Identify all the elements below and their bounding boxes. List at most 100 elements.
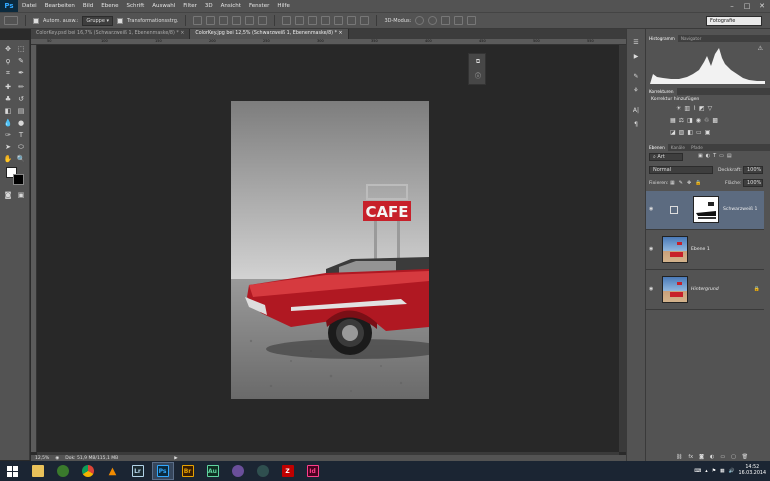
close-icon[interactable]: × (339, 31, 343, 36)
curves-icon[interactable]: ⌇ (693, 105, 696, 112)
pixel-filter-icon[interactable]: ▣ (698, 153, 703, 159)
blend-mode-dropdown[interactable]: Normal (649, 166, 713, 174)
brush-tool-icon[interactable]: ✏ (16, 82, 26, 92)
layer-row-hintergrund[interactable]: ◉ Hintergrund 🔒 (646, 271, 764, 310)
taskbar-bridge[interactable]: Br (177, 462, 199, 480)
menu-hilfe[interactable]: Hilfe (273, 3, 294, 9)
flag-icon[interactable]: ⚑ (712, 469, 716, 474)
tab-colorkey-jpg[interactable]: ColorKey.jpg bei 12,5% (Schwarzweiß 1, E… (190, 29, 349, 39)
type-filter-icon[interactable]: T (713, 153, 716, 159)
distribute-hcenter-icon[interactable] (334, 16, 344, 25)
close-button[interactable]: ✕ (756, 2, 768, 11)
opacity-field[interactable]: 100% (743, 166, 763, 174)
warning-icon[interactable]: ⚠ (758, 45, 763, 52)
align-right-icon[interactable] (258, 16, 268, 25)
hue-saturation-icon[interactable]: ▦ (670, 117, 676, 124)
taskbar-explorer[interactable] (27, 462, 49, 480)
keyboard-icon[interactable]: ⌨ (694, 469, 701, 474)
photo-filter-icon[interactable]: ◉ (696, 117, 701, 124)
lasso-tool-icon[interactable]: ϙ (3, 56, 13, 66)
layer-mask-thumbnail[interactable] (693, 196, 719, 223)
taskbar-vlc[interactable]: ▲ (102, 462, 124, 480)
menu-bild[interactable]: Bild (79, 3, 97, 9)
menu-fenster[interactable]: Fenster (245, 3, 273, 9)
clone-source-icon[interactable]: ⚘ (631, 87, 641, 96)
taskbar-audition[interactable]: Au (202, 462, 224, 480)
brush-presets-icon[interactable]: ✎ (631, 73, 641, 82)
clone-stamp-tool-icon[interactable]: ♣ (3, 94, 13, 104)
vibrance-icon[interactable]: ▽ (708, 105, 713, 112)
align-hcenter-icon[interactable] (245, 16, 255, 25)
taskbar-winamp[interactable] (52, 462, 74, 480)
network-icon[interactable]: ▦ (720, 469, 725, 474)
posterize-icon[interactable]: ▨ (679, 129, 685, 136)
layer-row-ebene1[interactable]: ◉ Ebene 1 (646, 231, 764, 270)
tab-pfade[interactable]: Pfade (688, 144, 706, 151)
color-lookup-icon[interactable]: ▩ (712, 117, 718, 124)
layer-row-schwarzweiss[interactable]: ◉ Schwarzweiß 1 (646, 191, 764, 230)
tab-kanaele[interactable]: Kanäle (668, 144, 688, 151)
lock-image-icon[interactable]: ✎ (679, 180, 683, 186)
close-icon[interactable]: × (180, 31, 184, 36)
hand-tool-icon[interactable]: ✋ (3, 154, 13, 164)
smartobject-filter-icon[interactable]: ▤ (727, 153, 732, 159)
3d-roll-icon[interactable] (428, 16, 438, 25)
lock-transparent-icon[interactable]: ▦ (670, 180, 675, 186)
eraser-tool-icon[interactable]: ◧ (3, 106, 13, 116)
layer-thumbnail[interactable] (662, 236, 688, 263)
group-icon[interactable]: ▭ (720, 454, 725, 460)
menu-ansicht[interactable]: Ansicht (217, 3, 245, 9)
menu-datei[interactable]: Datei (18, 3, 41, 9)
taskbar-indesign[interactable]: Id (302, 462, 324, 480)
selective-color-icon[interactable]: ▣ (705, 129, 711, 136)
marquee-tool-icon[interactable]: ⬚ (16, 44, 26, 54)
tab-colorkey-psd[interactable]: ColorKey.psd bei 16,7% (Schwarzweiß 1, E… (31, 29, 191, 39)
taskbar-photoshop[interactable]: Ps (151, 462, 174, 480)
3d-rotate-icon[interactable] (415, 16, 425, 25)
workspace-dropdown[interactable]: Fotografie (706, 16, 762, 26)
menu-filter[interactable]: Filter (179, 3, 201, 9)
invert-icon[interactable]: ◪ (670, 129, 676, 136)
document-image[interactable]: CAFE (231, 101, 429, 399)
taskbar-filezilla[interactable]: Z (277, 462, 299, 480)
gradient-map-icon[interactable]: ▭ (696, 129, 702, 136)
visibility-eye-icon[interactable]: ◉ (649, 247, 655, 252)
dodge-tool-icon[interactable]: ● (16, 118, 26, 128)
quick-selection-tool-icon[interactable]: ✎ (16, 56, 26, 66)
actions-icon[interactable]: ▶ (631, 53, 641, 62)
vertical-scrollbar[interactable] (619, 45, 626, 452)
taskbar-chrome[interactable] (77, 462, 99, 480)
black-white-icon[interactable]: ◨ (687, 117, 693, 124)
zoom-tool-icon[interactable]: 🔍 (16, 154, 26, 164)
new-layer-icon[interactable]: ▢ (731, 454, 736, 460)
auto-select-dropdown[interactable]: Gruppe ▾ (82, 15, 114, 26)
properties-icon[interactable]: ⧉ (473, 58, 483, 67)
history-brush-tool-icon[interactable]: ↺ (16, 94, 26, 104)
tab-korrekturen[interactable]: Korrekturen (646, 88, 677, 95)
start-button[interactable] (2, 462, 24, 480)
distribute-right-icon[interactable] (347, 16, 357, 25)
menu-3d[interactable]: 3D (201, 3, 217, 9)
distribute-vcenter-icon[interactable] (295, 16, 305, 25)
menu-bearbeiten[interactable]: Bearbeiten (41, 3, 79, 9)
auto-align-icon[interactable] (360, 16, 370, 25)
fx-icon[interactable]: fx (688, 454, 693, 460)
shape-filter-icon[interactable]: ▭ (719, 153, 724, 159)
distribute-top-icon[interactable] (282, 16, 292, 25)
link-icon[interactable]: ⛓ (676, 454, 682, 460)
align-top-icon[interactable] (193, 16, 203, 25)
align-bottom-icon[interactable] (219, 16, 229, 25)
menu-ebene[interactable]: Ebene (97, 3, 122, 9)
visibility-eye-icon[interactable]: ◉ (649, 287, 655, 292)
pen-tool-icon[interactable]: ✑ (3, 130, 13, 140)
paragraph-icon[interactable]: ¶ (631, 121, 641, 130)
tab-ebenen[interactable]: Ebenen (646, 144, 668, 151)
gradient-tool-icon[interactable]: ▤ (16, 106, 26, 116)
minimize-button[interactable]: – (726, 2, 738, 11)
clock[interactable]: 14:52 16.03.2014 (739, 465, 766, 477)
lock-all-icon[interactable]: 🔒 (695, 180, 701, 186)
taskbar-contacts[interactable] (227, 462, 249, 480)
3d-slide-icon[interactable] (454, 16, 464, 25)
levels-icon[interactable]: ▥ (684, 105, 690, 112)
transform-controls-checkbox[interactable] (117, 17, 124, 24)
